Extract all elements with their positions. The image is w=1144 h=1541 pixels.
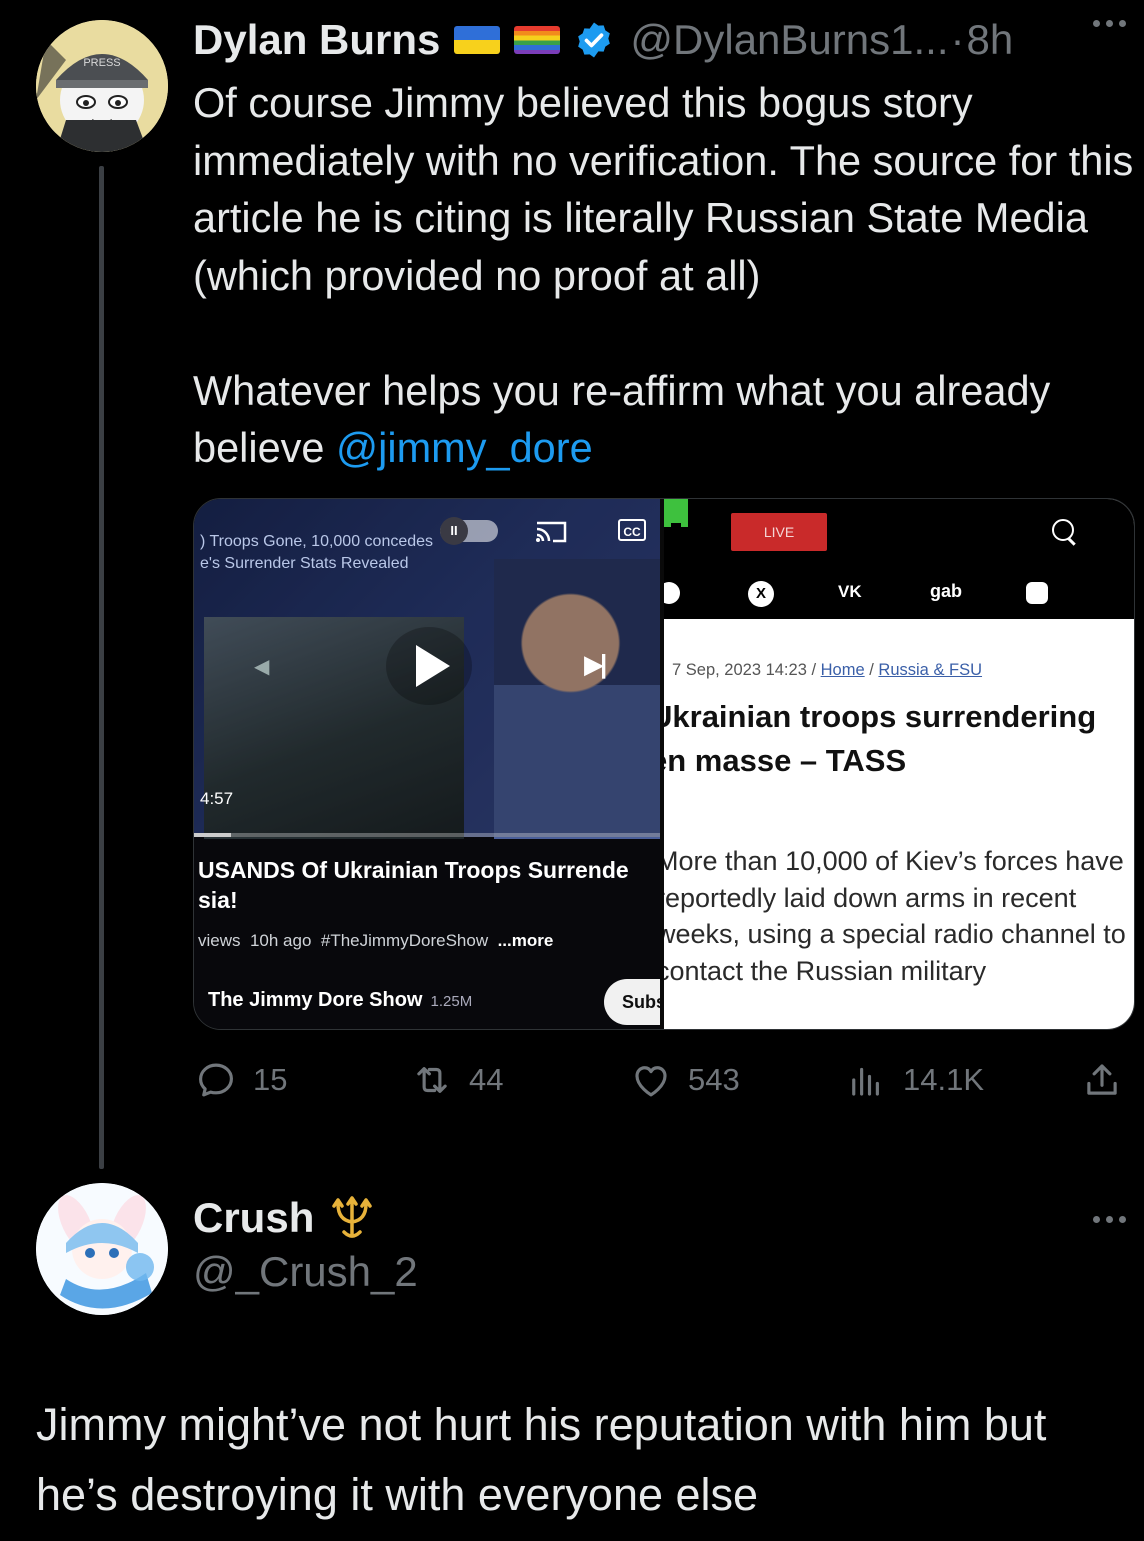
previous-icon[interactable]: ◀	[254, 654, 278, 678]
subscribe-button: Subs	[604, 979, 660, 1025]
channel-row: The Jimmy Dore Show 1.25M	[208, 989, 472, 1012]
heart-icon	[635, 1066, 667, 1097]
video-timestamp: 4:57	[200, 789, 234, 808]
repost-count: 44	[469, 1062, 504, 1097]
rainbow-flag-icon	[514, 26, 561, 54]
author-name-row: Crush	[193, 1194, 376, 1242]
avatar[interactable]: PRESS	[36, 20, 168, 152]
reply-button[interactable]: 15	[195, 1052, 287, 1108]
views-count: 14.1K	[903, 1062, 985, 1097]
breadcrumb-home: Home	[820, 661, 865, 679]
video-more: ...more	[497, 931, 554, 950]
x-icon: X	[748, 581, 774, 607]
avatar[interactable]	[36, 1183, 168, 1315]
tweet-text: Jimmy might’ve not hurt his reputation w…	[36, 1399, 1047, 1520]
mention-link[interactable]: @jimmy_dore	[336, 424, 593, 471]
rumble-icon	[1026, 582, 1048, 604]
video-banner-text: ) Troops Gone, 10,000 concedes e's Surre…	[200, 533, 434, 572]
views-chart-icon	[852, 1067, 879, 1096]
channel-name: The Jimmy Dore Show	[208, 989, 423, 1011]
video-progress-fill	[194, 833, 232, 837]
cast-icon[interactable]	[534, 519, 568, 545]
gab-icon: gab	[930, 581, 963, 601]
share-icon	[1087, 1064, 1117, 1095]
avatar-illustration	[36, 1183, 168, 1315]
article-screenshot[interactable]: LIVE X VK gab 7 Sep, 2023 14:23 / Home /…	[664, 499, 1134, 1029]
channel-subscribers: 1.25M	[430, 993, 473, 1010]
more-dots-icon	[1093, 1216, 1126, 1223]
video-title: USANDS Of Ukrainian Troops Surrende sia!	[198, 855, 658, 915]
play-icon	[416, 645, 450, 687]
video-title-line-1: USANDS Of Ukrainian Troops Surrende	[198, 857, 629, 883]
breadcrumb-separator-2: /	[864, 661, 879, 679]
next-icon[interactable]: ▶|	[584, 649, 607, 680]
verified-badge-icon[interactable]	[574, 20, 614, 60]
video-progress-track[interactable]	[194, 833, 660, 837]
video-hashtag: #TheJimmyDoreShow	[320, 931, 489, 950]
site-logo-mark	[671, 523, 681, 537]
repost-button[interactable]: 44	[411, 1052, 503, 1108]
tweet-paragraph-2-text: Whatever helps you re-affirm what you al…	[193, 366, 1051, 472]
tweet-time[interactable]: 8h	[967, 16, 1014, 64]
tweet-header: Dylan Burns @DylanBurns1... · 8h	[193, 12, 1013, 68]
video-screenshot[interactable]: ) Troops Gone, 10,000 concedes e's Surre…	[194, 499, 660, 1029]
thread-line	[99, 166, 104, 1169]
video-title-line-2: sia!	[198, 887, 238, 913]
media-attachment[interactable]: ) Troops Gone, 10,000 concedes e's Surre…	[193, 498, 1135, 1030]
telegram-icon	[664, 582, 680, 604]
breadcrumb-separator-1: /	[806, 661, 821, 679]
captions-icon[interactable]: CC	[618, 519, 646, 541]
article-lede: More than 10,000 of Kiev’s forces have r…	[664, 846, 1126, 986]
more-options-button[interactable]	[1093, 20, 1126, 27]
avatar-helmet-text: PRESS	[83, 57, 120, 69]
author-handle[interactable]: @_Crush_2	[193, 1248, 418, 1296]
like-button[interactable]: 543	[630, 1052, 740, 1108]
video-age: 10h ago	[249, 931, 312, 950]
avatar-illustration: PRESS	[36, 20, 168, 152]
pause-icon: II	[440, 517, 468, 545]
trident-icon	[332, 1196, 373, 1238]
article-title: Ukrainian troops surrendering en masse –…	[664, 699, 1097, 778]
live-button: LIVE	[731, 513, 827, 551]
tweet-paragraph-1: Of course Jimmy believed this bogus stor…	[193, 79, 1134, 299]
tweet-text: Of course Jimmy believed this bogus stor…	[193, 74, 1138, 477]
more-dots-icon	[1093, 20, 1126, 27]
ukraine-flag-icon	[454, 26, 501, 54]
time-separator: ·	[950, 16, 965, 63]
video-meta: views 10h ago #TheJimmyDoreShow ...more	[198, 931, 553, 951]
author-name[interactable]: Dylan Burns	[193, 16, 440, 64]
article-meta: 7 Sep, 2023 14:23 / Home / Russia & FSU	[672, 661, 982, 680]
vk-icon: VK	[838, 582, 862, 601]
author-handle[interactable]: @DylanBurns1...	[630, 16, 948, 64]
repost-icon	[417, 1067, 447, 1093]
article-date: 7 Sep, 2023 14:23	[672, 661, 807, 679]
video-views: views	[198, 931, 241, 950]
more-options-button[interactable]	[1093, 1216, 1126, 1223]
tweet-paragraph-2: Whatever helps you re-affirm what you al…	[193, 362, 1138, 477]
social-links: X VK gab	[664, 579, 1134, 609]
reply-icon	[199, 1063, 233, 1097]
author-name[interactable]: Crush	[193, 1194, 314, 1242]
like-count: 543	[688, 1062, 740, 1097]
breadcrumb-section: Russia & FSU	[878, 661, 983, 679]
views-button[interactable]: 14.1K	[845, 1052, 984, 1108]
reply-count: 15	[253, 1062, 288, 1097]
tweet-actions: 15 44 543 14.1K	[193, 1052, 1133, 1108]
share-button[interactable]	[1081, 1052, 1123, 1108]
